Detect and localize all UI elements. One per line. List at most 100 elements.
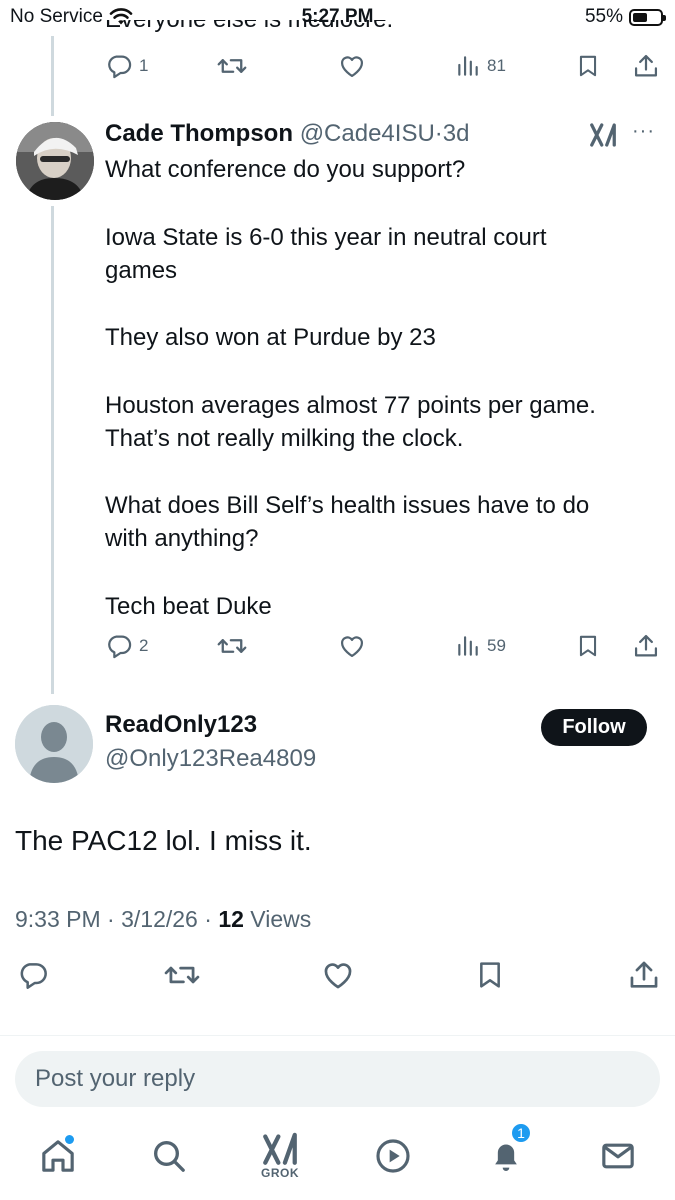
tweet-header: Cade Thompson @Cade4ISU·3d [105, 120, 469, 148]
tweet-line: with anything? [105, 525, 259, 552]
post-date: 3/12/26 [121, 906, 198, 932]
share-button[interactable] [632, 52, 660, 80]
tweet-line: Iowa State is 6-0 this year in neutral c… [105, 224, 547, 251]
like-button[interactable] [338, 632, 366, 660]
meta-separator: · [204, 906, 212, 932]
post-time: 9:33 PM [15, 906, 101, 932]
reply-button[interactable] [17, 958, 49, 997]
bookmark-button[interactable] [474, 958, 506, 997]
reply-icon [108, 55, 132, 79]
battery-level [633, 12, 648, 22]
author-handle[interactable]: @Only123Rea4809 [105, 745, 316, 773]
tweet-line: What does Bill Self’s health issues have… [105, 492, 590, 519]
nav-grok[interactable]: GROK [259, 1130, 301, 1180]
video-icon [376, 1139, 410, 1173]
share-icon [634, 634, 658, 657]
tweet-line: games [105, 257, 178, 284]
avatar-photo-image [16, 122, 94, 200]
avatar[interactable] [15, 705, 93, 783]
views-label[interactable]: Views [250, 906, 311, 932]
views-button[interactable]: 81 [455, 52, 506, 80]
share-button[interactable] [632, 632, 660, 660]
previous-reply-text-content: Everyone else is mediocre. [105, 20, 393, 33]
like-button[interactable] [338, 52, 366, 80]
notifications-badge: 1 [510, 1122, 532, 1144]
post-meta: 9:33 PM · 3/12/26 · 12 Views [15, 906, 311, 933]
reply-count: 2 [139, 636, 149, 655]
post-text: The PAC12 lol. I miss it. [15, 825, 312, 856]
author-name[interactable]: Cade Thompson [105, 120, 293, 147]
reply-button[interactable]: 1 [105, 52, 148, 80]
views-count: 59 [487, 636, 506, 655]
repost-icon [164, 966, 200, 984]
repost-icon [217, 639, 247, 653]
grok-label: GROK [261, 1166, 299, 1180]
reply-input[interactable]: Post your reply [15, 1051, 660, 1107]
nav-search[interactable] [149, 1136, 189, 1181]
tweet-line: Tech beat Duke [105, 593, 272, 620]
bookmark-icon [579, 55, 597, 77]
tweet-line: That’s not really milking the clock. [105, 425, 464, 452]
reply-icon [20, 963, 47, 989]
tweet-actions: 2 59 [105, 632, 660, 668]
divider [0, 1035, 675, 1036]
nav-video[interactable] [373, 1136, 413, 1181]
nav-messages[interactable] [598, 1136, 638, 1181]
bookmark-icon [579, 635, 597, 657]
carrier-label: No Service [10, 6, 103, 27]
like-icon [340, 56, 364, 78]
bookmark-button[interactable] [575, 52, 601, 80]
repost-button[interactable] [164, 958, 200, 997]
views-count: 12 [218, 906, 244, 932]
like-icon [340, 636, 364, 658]
views-icon [458, 636, 478, 656]
default-avatar-icon [15, 705, 93, 783]
grok-icon [590, 123, 616, 147]
thread-line [51, 36, 54, 116]
grok-icon [263, 1132, 297, 1165]
home-badge-dot [65, 1135, 74, 1144]
avatar[interactable] [16, 122, 94, 200]
tweet-line: They also won at Purdue by 23 [105, 324, 436, 351]
tweet-age[interactable]: 3d [443, 120, 470, 147]
repost-icon [217, 59, 247, 73]
views-icon [458, 56, 478, 76]
status-right: 55% [584, 6, 666, 28]
grok-button[interactable] [588, 120, 618, 155]
reply-count: 1 [139, 56, 149, 75]
repost-button[interactable] [217, 632, 247, 660]
bookmark-button[interactable] [575, 632, 601, 660]
meta-separator: · [434, 120, 443, 147]
share-icon [630, 961, 658, 988]
tweet-line: Houston averages almost 77 points per ga… [105, 392, 596, 419]
battery-icon [629, 8, 666, 26]
mail-icon [602, 1143, 634, 1169]
previous-reply-actions: 1 81 [105, 52, 660, 88]
views-count: 81 [487, 56, 506, 75]
share-button[interactable] [627, 958, 661, 997]
author-name[interactable]: ReadOnly123 [105, 711, 257, 739]
thread-line [51, 206, 54, 694]
reply-icon [108, 635, 132, 659]
tweet-line: What conference do you support? [105, 156, 466, 183]
follow-button[interactable]: Follow [541, 709, 647, 746]
nav-home[interactable] [38, 1135, 78, 1181]
previous-reply-text: Everyone else is mediocre. [105, 20, 393, 34]
search-icon [154, 1141, 185, 1172]
post-detail-screen: No Service 5:27 PM 55% Everyone else is … [0, 0, 675, 1200]
views-button[interactable]: 59 [455, 632, 506, 660]
more-icon[interactable]: ··· [632, 120, 655, 143]
reply-placeholder: Post your reply [35, 1065, 196, 1092]
like-button[interactable] [321, 958, 355, 997]
bookmark-icon [480, 962, 500, 988]
share-icon [634, 54, 658, 77]
post-actions [0, 958, 675, 998]
meta-separator: · [107, 906, 115, 932]
nav-notifications[interactable]: 1 [486, 1122, 532, 1181]
bottom-nav: GROK 1 [0, 1120, 675, 1200]
reply-button[interactable]: 2 [105, 632, 148, 660]
like-icon [324, 963, 352, 989]
author-handle[interactable]: @Cade4ISU [300, 120, 435, 147]
repost-button[interactable] [217, 52, 247, 80]
battery-percent: 55% [584, 6, 623, 27]
